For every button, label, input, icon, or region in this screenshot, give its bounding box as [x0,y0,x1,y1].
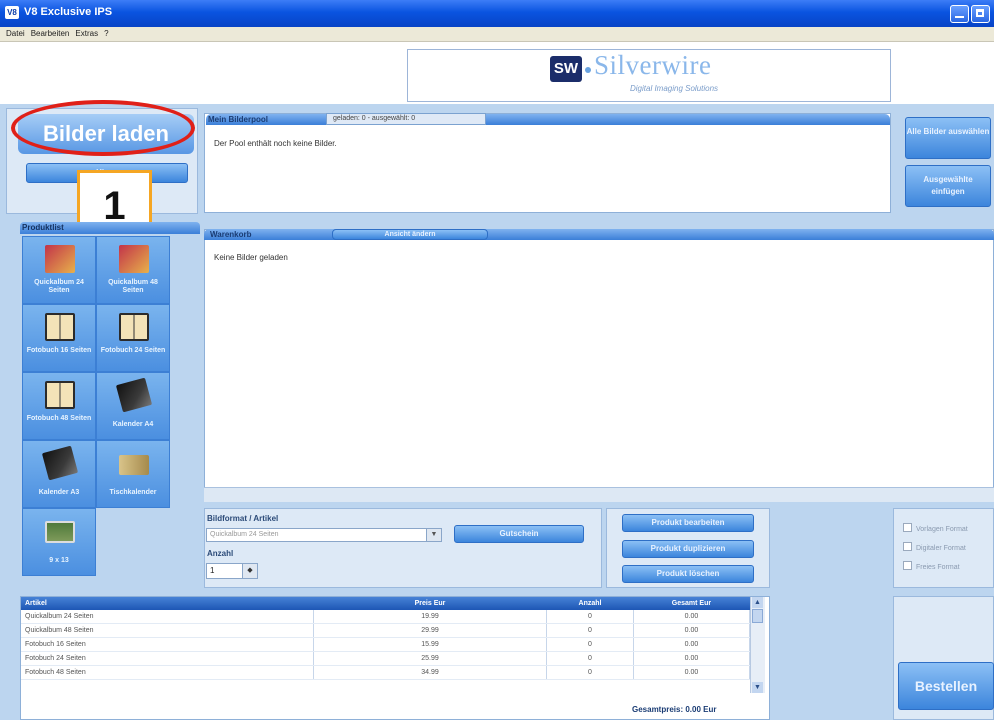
pool-status: geladen: 0 - ausgewählt: 0 [326,113,486,125]
voucher-button[interactable]: Gutschein [454,525,584,543]
photobook-icon [45,313,75,341]
format-label: Bildformat / Artikel [207,514,279,523]
logo-dot-icon [585,67,591,73]
table-scrollbar[interactable]: ▲ ▼ [750,597,765,693]
product-tischkalender[interactable]: Tischkalender [96,440,170,508]
pool-tab-bar [206,114,890,125]
cart-panel [204,229,994,501]
checkbox-vorlagen-format[interactable]: Vorlagen Format [903,523,968,533]
desk-calendar-icon [119,455,149,475]
insert-selected-button[interactable]: Ausgewählte einfügen [905,165,991,207]
scroll-down-icon[interactable]: ▼ [752,682,763,693]
edit-product-button[interactable]: Produkt bearbeiten [622,514,754,532]
col-anzahl: Anzahl [546,597,634,610]
cart-empty-message: Keine Bilder geladen [214,253,288,262]
col-gesamt: Gesamt Eur [633,597,750,610]
menu-bar: Datei Bearbeiten Extras? [0,27,994,42]
duplicate-product-button[interactable]: Produkt duplizieren [622,540,754,558]
cart-scrollbar[interactable] [204,487,994,502]
table-row[interactable]: Fotobuch 24 Seiten 25.99 0 0.00 [21,651,751,666]
menu-help[interactable]: ? [104,27,108,41]
checkbox-icon[interactable] [903,561,912,570]
checkbox-icon[interactable] [903,523,912,532]
calendar-icon [115,377,153,413]
scroll-thumb[interactable] [752,609,763,623]
highlight-oval [11,100,195,156]
product-quickalbum-48[interactable]: Quickalbum 48 Seiten [96,236,170,304]
logo-tagline: Digital Imaging Solutions [630,84,719,93]
minimize-button[interactable] [950,5,969,23]
calendar-icon [41,445,79,481]
tab-image-pool[interactable]: Mein Bilderpool [208,114,268,125]
col-preis: Preis Eur [313,597,547,610]
checkbox-freies-format[interactable]: Freies Format [903,561,960,571]
photobook-icon [45,381,75,409]
cart-tab-bar [204,229,994,240]
product-fotobuch-16[interactable]: Fotobuch 16 Seiten [22,304,96,372]
product-kalender-a4[interactable]: Kalender A4 [96,372,170,440]
pool-empty-message: Der Pool enthält noch keine Bilder. [214,139,337,148]
album-icon [45,245,75,273]
table-row[interactable]: Fotobuch 16 Seiten 15.99 0 0.00 [21,637,751,652]
chevron-down-icon[interactable]: ▼ [426,529,441,541]
menu-bearbeiten[interactable]: Bearbeiten [31,27,70,41]
menu-extras[interactable]: Extras [75,27,98,41]
product-list-title: Produktlist [22,223,64,232]
change-view-button[interactable]: Ansicht ändern [332,229,488,240]
col-artikel: Artikel [21,597,314,610]
order-button[interactable]: Bestellen [898,662,994,710]
format-select[interactable]: Quickalbum 24 Seiten [206,528,442,542]
product-fotobuch-24[interactable]: Fotobuch 24 Seiten [96,304,170,372]
album-icon [119,245,149,273]
delete-product-button[interactable]: Produkt löschen [622,565,754,583]
menu-datei[interactable]: Datei [6,27,25,41]
photo-print-icon [45,521,75,543]
quantity-label: Anzahl [207,549,234,558]
app-icon: V8 [5,6,19,19]
title-bar: V8 V8 Exclusive IPS [0,0,994,27]
order-table: Artikel Preis Eur Anzahl Gesamt Eur Quic… [20,596,770,720]
select-all-images-button[interactable]: Alle Bilder auswählen [905,117,991,159]
maximize-button[interactable] [971,5,990,23]
logo-mark: SW [550,56,582,82]
scroll-up-icon[interactable]: ▲ [752,597,763,608]
product-9x13[interactable]: 9 x 13 [22,508,96,576]
product-quickalbum-24[interactable]: Quickalbum 24 Seiten [22,236,96,304]
product-fotobuch-48[interactable]: Fotobuch 48 Seiten [22,372,96,440]
total-price: Gesamtpreis: 0.00 Eur [632,705,717,714]
tab-cart[interactable]: Warenkorb [210,229,252,240]
table-row[interactable]: Fotobuch 48 Seiten 34.99 0 0.00 [21,665,751,680]
table-row[interactable]: Quickalbum 48 Seiten 29.99 0 0.00 [21,623,751,638]
window-title: V8 Exclusive IPS [24,6,113,18]
quantity-stepper[interactable]: ◆ [242,564,257,578]
table-row[interactable]: Quickalbum 24 Seiten 19.99 0 0.00 [21,610,751,624]
checkbox-digitaler-format[interactable]: Digitaler Format [903,542,966,552]
logo-name: Silverwire [594,50,712,80]
product-kalender-a3[interactable]: Kalender A3 [22,440,96,508]
checkbox-icon[interactable] [903,542,912,551]
photobook-icon [119,313,149,341]
image-pool-panel [204,113,891,213]
